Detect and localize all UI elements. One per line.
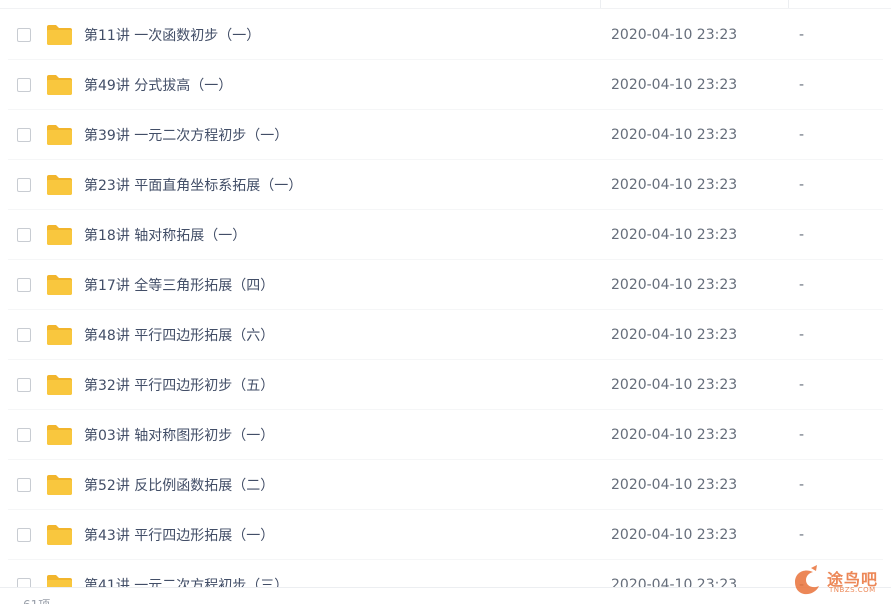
row-checkbox[interactable] bbox=[17, 378, 31, 392]
modified-date: 2020-04-10 23:23 bbox=[611, 477, 738, 493]
folder-icon[interactable] bbox=[46, 274, 73, 296]
footer-bar: 61项 bbox=[0, 587, 891, 604]
file-name[interactable]: 第03讲 轴对称图形初步（一） bbox=[84, 425, 274, 445]
file-row[interactable]: 第18讲 轴对称拓展（一） 2020-04-10 23:23 - bbox=[0, 210, 891, 260]
file-size: - bbox=[799, 527, 805, 543]
file-name[interactable]: 第43讲 平行四边形拓展（一） bbox=[84, 525, 274, 545]
folder-icon[interactable] bbox=[46, 124, 73, 146]
row-checkbox[interactable] bbox=[17, 528, 31, 542]
row-checkbox[interactable] bbox=[17, 328, 31, 342]
item-count: 61项 bbox=[23, 596, 50, 604]
file-list-window: 第11讲 一次函数初步（一） 2020-04-10 23:23- 第49讲 分式拔高… bbox=[0, 0, 891, 604]
folder-icon[interactable] bbox=[46, 424, 73, 446]
tuniaoba-logo-icon bbox=[795, 565, 819, 595]
row-checkbox[interactable] bbox=[17, 128, 31, 142]
file-row[interactable]: 第52讲 反比例函数拓展（二） 2020-04-10 23:23 - bbox=[0, 460, 891, 510]
file-name[interactable]: 第32讲 平行四边形初步（五） bbox=[84, 375, 274, 395]
file-size: - bbox=[799, 27, 805, 43]
modified-date: 2020-04-10 23:23 bbox=[611, 127, 738, 143]
file-size: - bbox=[799, 177, 805, 193]
row-checkbox[interactable] bbox=[17, 78, 31, 92]
row-checkbox[interactable] bbox=[17, 278, 31, 292]
modified-date: 2020-04-10 23:23 bbox=[611, 327, 738, 343]
file-row[interactable]: 第17讲 全等三角形拓展（四） 2020-04-10 23:23 - bbox=[0, 260, 891, 310]
modified-date: 2020-04-10 23:23 bbox=[611, 77, 738, 93]
watermark-subtext: TNBZS.COM bbox=[829, 586, 876, 594]
folder-icon[interactable] bbox=[46, 374, 73, 396]
modified-date: 2020-04-10 23:23 bbox=[611, 177, 738, 193]
folder-icon[interactable] bbox=[46, 74, 73, 96]
modified-date: 2020-04-10 23:23 bbox=[611, 27, 738, 43]
file-size: - bbox=[799, 327, 805, 343]
row-checkbox[interactable] bbox=[17, 178, 31, 192]
modified-date: 2020-04-10 23:23 bbox=[611, 377, 738, 393]
column-divider-size[interactable] bbox=[788, 0, 789, 8]
file-size: - bbox=[799, 227, 805, 243]
folder-icon[interactable] bbox=[46, 524, 73, 546]
file-name[interactable]: 第39讲 一元二次方程初步（一） bbox=[84, 125, 288, 145]
modified-date: 2020-04-10 23:23 bbox=[611, 227, 738, 243]
folder-icon[interactable] bbox=[46, 174, 73, 196]
file-size: - bbox=[799, 77, 805, 93]
file-name[interactable]: 第49讲 分式拔高（一） bbox=[84, 75, 232, 95]
file-name[interactable]: 第18讲 轴对称拓展（一） bbox=[84, 225, 246, 245]
file-name[interactable]: 第11讲 一次函数初步（一） bbox=[84, 25, 260, 45]
file-name[interactable]: 第48讲 平行四边形拓展（六） bbox=[84, 325, 274, 345]
file-size: - bbox=[799, 377, 805, 393]
folder-icon[interactable] bbox=[46, 324, 73, 346]
file-row[interactable]: 第43讲 平行四边形拓展（一） 2020-04-10 23:23 - bbox=[0, 510, 891, 560]
file-row[interactable]: 第23讲 平面直角坐标系拓展（一） 2020-04-10 23:23 - bbox=[0, 160, 891, 210]
file-row[interactable]: 第11讲 一次函数初步（一） 2020-04-10 23:23 - bbox=[0, 10, 891, 60]
watermark: 途鸟吧 TNBZS.COM bbox=[791, 564, 885, 598]
file-name[interactable]: 第17讲 全等三角形拓展（四） bbox=[84, 275, 274, 295]
row-checkbox[interactable] bbox=[17, 478, 31, 492]
file-size: - bbox=[799, 277, 805, 293]
folder-icon[interactable] bbox=[46, 24, 73, 46]
file-size: - bbox=[799, 427, 805, 443]
file-row[interactable]: 第03讲 轴对称图形初步（一） 2020-04-10 23:23 - bbox=[0, 410, 891, 460]
folder-icon[interactable] bbox=[46, 474, 73, 496]
row-checkbox[interactable] bbox=[17, 28, 31, 42]
modified-date: 2020-04-10 23:23 bbox=[611, 427, 738, 443]
column-divider-modified[interactable] bbox=[600, 0, 601, 8]
file-row[interactable]: 第48讲 平行四边形拓展（六） 2020-04-10 23:23 - bbox=[0, 310, 891, 360]
modified-date: 2020-04-10 23:23 bbox=[611, 277, 738, 293]
file-row[interactable]: 第39讲 一元二次方程初步（一） 2020-04-10 23:23 - bbox=[0, 110, 891, 160]
row-checkbox[interactable] bbox=[17, 428, 31, 442]
file-size: - bbox=[799, 127, 805, 143]
folder-icon[interactable] bbox=[46, 224, 73, 246]
file-name[interactable]: 第23讲 平面直角坐标系拓展（一） bbox=[84, 175, 302, 195]
file-list: 第11讲 一次函数初步（一） 2020-04-10 23:23- 第49讲 分式拔高… bbox=[0, 10, 891, 604]
header-divider bbox=[0, 8, 891, 9]
file-size: - bbox=[799, 477, 805, 493]
modified-date: 2020-04-10 23:23 bbox=[611, 527, 738, 543]
row-checkbox[interactable] bbox=[17, 228, 31, 242]
file-row[interactable]: 第49讲 分式拔高（一） 2020-04-10 23:23 - bbox=[0, 60, 891, 110]
file-row[interactable]: 第32讲 平行四边形初步（五） 2020-04-10 23:23 - bbox=[0, 360, 891, 410]
file-name[interactable]: 第52讲 反比例函数拓展（二） bbox=[84, 475, 274, 495]
